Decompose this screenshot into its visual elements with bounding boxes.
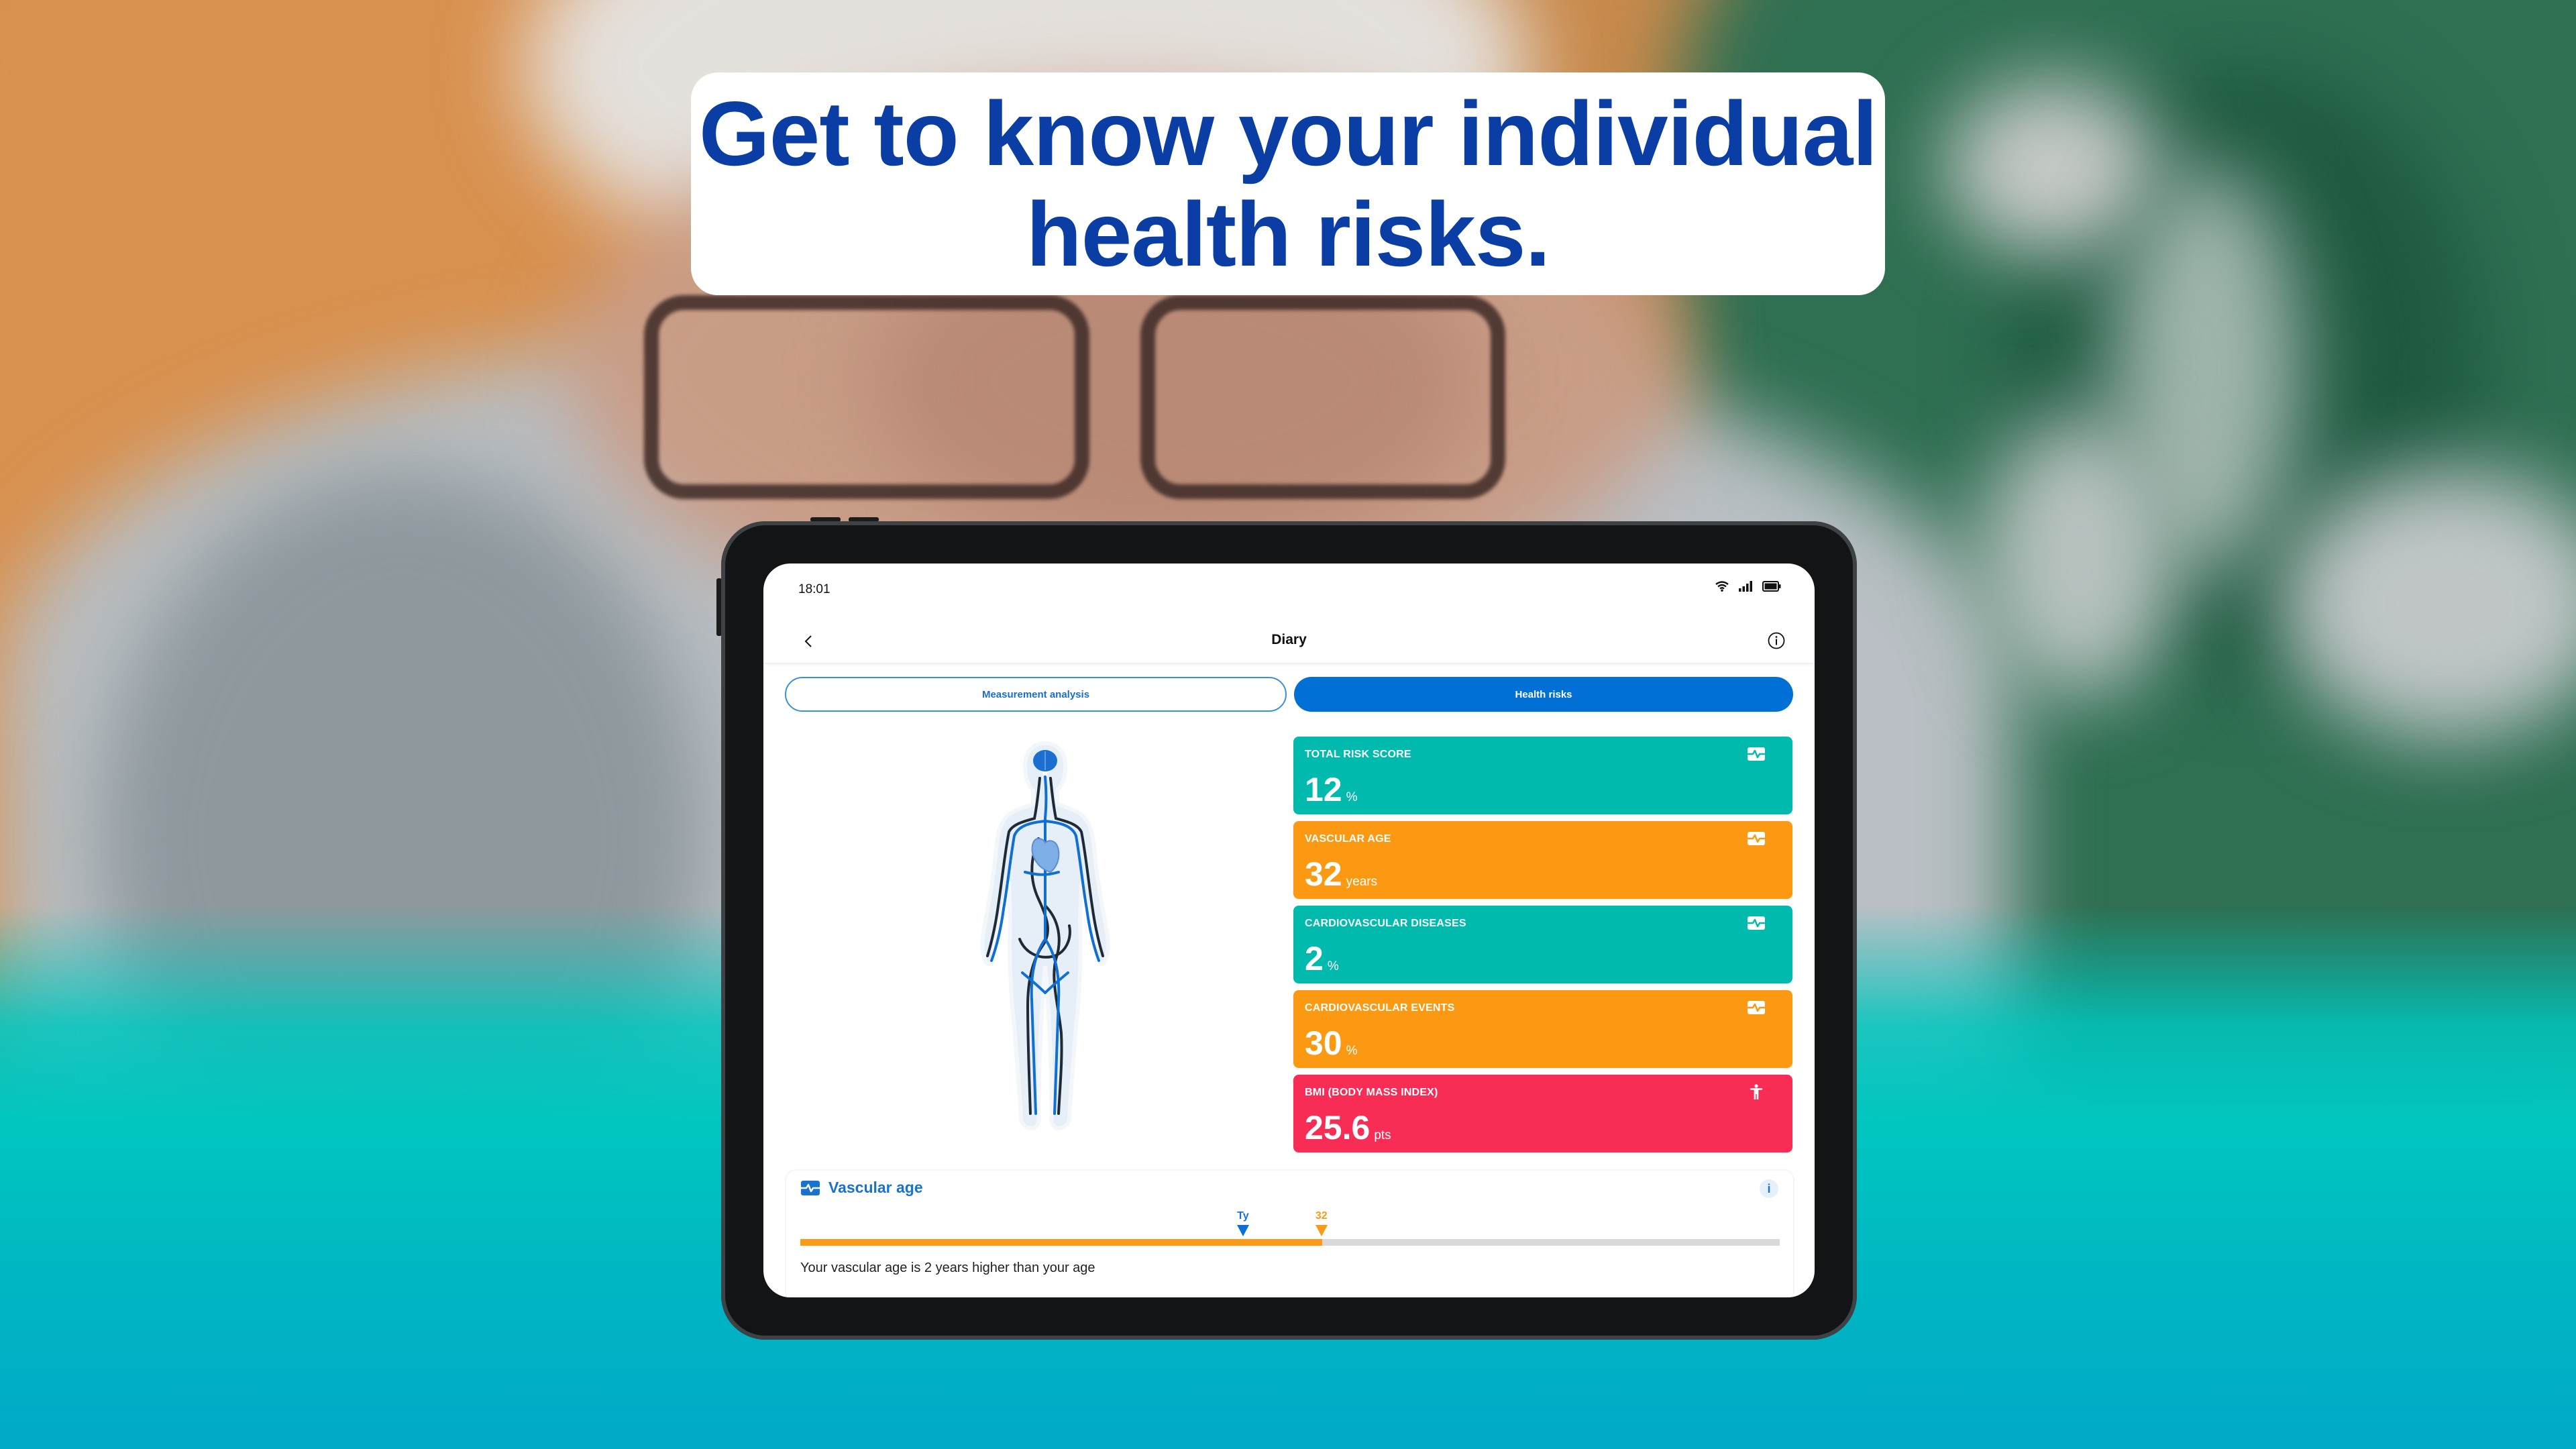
card-value: 30 xyxy=(1305,1024,1342,1062)
headline-line-1: Get to know your individual xyxy=(698,83,1878,184)
tab-measurement-analysis[interactable]: Measurement analysis xyxy=(785,677,1287,712)
vascular-age-description: Your vascular age is 2 years higher than… xyxy=(800,1260,1095,1275)
heart-rate-icon xyxy=(1748,916,1765,930)
heart-rate-icon xyxy=(1748,747,1765,761)
vascular-age-marker-label: 32 xyxy=(1315,1210,1328,1222)
card-unit: % xyxy=(1327,959,1339,973)
app-header: Diary xyxy=(763,617,1815,664)
risk-card-vascular-age[interactable]: VASCULAR AGE 32 years xyxy=(1293,821,1792,899)
risk-cards: TOTAL RISK SCORE 12 % VASCULAR AGE 32 ye… xyxy=(1293,737,1792,1152)
card-label: BMI (BODY MASS INDEX) xyxy=(1305,1087,1438,1098)
risk-card-cardiovascular-diseases[interactable]: CARDIOVASCULAR DISEASES 2 % xyxy=(1293,906,1792,983)
info-icon: i xyxy=(1767,1181,1771,1195)
page-title: Diary xyxy=(1271,632,1307,647)
signal-icon xyxy=(1739,581,1752,592)
risk-card-total-risk-score[interactable]: TOTAL RISK SCORE 12 % xyxy=(1293,737,1792,814)
vascular-age-info-button[interactable]: i xyxy=(1760,1179,1778,1198)
card-label: VASCULAR AGE xyxy=(1305,833,1391,845)
card-value: 12 xyxy=(1305,771,1342,808)
vascular-age-fill xyxy=(800,1239,1323,1246)
triangle-down-icon xyxy=(1236,1225,1249,1236)
user-age-marker-label: Ty xyxy=(1237,1210,1249,1222)
status-icons xyxy=(1715,581,1781,592)
card-unit: % xyxy=(1346,1044,1358,1058)
card-value: 32 xyxy=(1305,855,1342,893)
vascular-age-marker: 32 xyxy=(1315,1210,1328,1236)
headline-text: Get to know your individual health risks… xyxy=(698,83,1878,285)
card-unit: pts xyxy=(1374,1128,1391,1142)
card-unit: % xyxy=(1346,790,1358,804)
card-unit: years xyxy=(1346,875,1378,889)
segment-tabs: Measurement analysis Health risks xyxy=(785,677,1793,712)
info-button[interactable] xyxy=(1768,632,1785,649)
card-label: TOTAL RISK SCORE xyxy=(1305,749,1411,760)
headline-banner: Get to know your individual health risks… xyxy=(691,72,1885,295)
triangle-down-icon xyxy=(1315,1225,1328,1236)
tab-health-risks[interactable]: Health risks xyxy=(1294,677,1793,712)
risk-card-cardiovascular-events[interactable]: CARDIOVASCULAR EVENTS 30 % xyxy=(1293,990,1792,1068)
info-icon xyxy=(1768,632,1785,649)
person-icon xyxy=(1750,1084,1763,1099)
vascular-age-panel: Vascular age i Ty 32 Your vascular age i… xyxy=(785,1169,1794,1297)
card-value: 25.6 xyxy=(1305,1109,1371,1146)
battery-icon xyxy=(1762,581,1781,592)
status-time: 18:01 xyxy=(798,582,830,596)
circulatory-system-illustration xyxy=(980,741,1110,1131)
heart-rate-icon xyxy=(1748,832,1765,845)
heart-rate-icon xyxy=(1748,1001,1765,1014)
vascular-age-title: Vascular age xyxy=(828,1179,923,1196)
tablet-screen: 18:01 Diary Measurement analysis Health … xyxy=(763,564,1815,1297)
wifi-icon xyxy=(1715,581,1729,592)
card-value: 2 xyxy=(1305,940,1324,977)
risk-card-bmi[interactable]: BMI (BODY MASS INDEX) 25.6 pts xyxy=(1293,1075,1792,1152)
user-age-marker: Ty xyxy=(1236,1210,1249,1236)
heart-rate-icon xyxy=(801,1181,820,1195)
card-label: CARDIOVASCULAR DISEASES xyxy=(1305,918,1466,929)
vascular-age-scale: Ty 32 xyxy=(800,1210,1780,1246)
card-label: CARDIOVASCULAR EVENTS xyxy=(1305,1002,1455,1014)
headline-line-2: health risks. xyxy=(1026,183,1551,285)
